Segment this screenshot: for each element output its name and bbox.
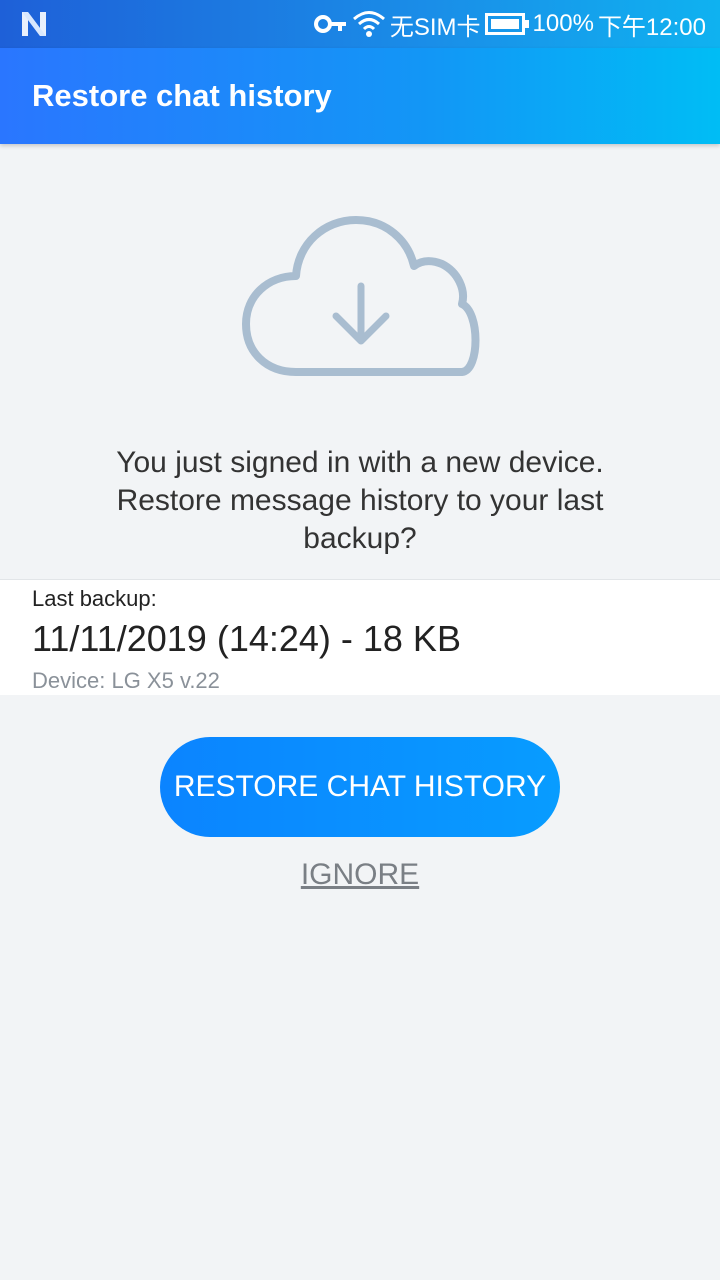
wifi-icon (352, 10, 386, 38)
page-title: Restore chat history (32, 78, 332, 113)
backup-info-card: Last backup: 11/11/2019 (14:24) - 18 KB … (0, 579, 720, 695)
vpn-key-icon (313, 14, 348, 34)
restore-prompt-message: You just signed in with a new device. Re… (116, 446, 604, 555)
sim-status-text: 无SIM卡 (389, 13, 481, 41)
backup-label: Last backup: (32, 586, 157, 611)
status-time: 下午12:00 (597, 13, 706, 41)
battery-icon (484, 12, 529, 36)
status-bar: 无SIM卡 100% 下午12:00 (0, 0, 720, 48)
backup-device: Device: LG X5 v.22 (32, 668, 220, 693)
cloud-download-icon (236, 210, 486, 385)
status-indicators: 无SIM卡 100% 下午12:00 (313, 0, 706, 48)
n-logo-icon (18, 10, 50, 38)
ignore-button[interactable]: IGNORE (260, 858, 460, 892)
restore-chat-history-button[interactable]: RESTORE CHAT HISTORY (160, 737, 560, 837)
battery-percent: 100% (532, 10, 594, 37)
app-bar: Restore chat history (0, 48, 720, 144)
backup-date-size: 11/11/2019 (14:24) - 18 KB (32, 618, 461, 659)
